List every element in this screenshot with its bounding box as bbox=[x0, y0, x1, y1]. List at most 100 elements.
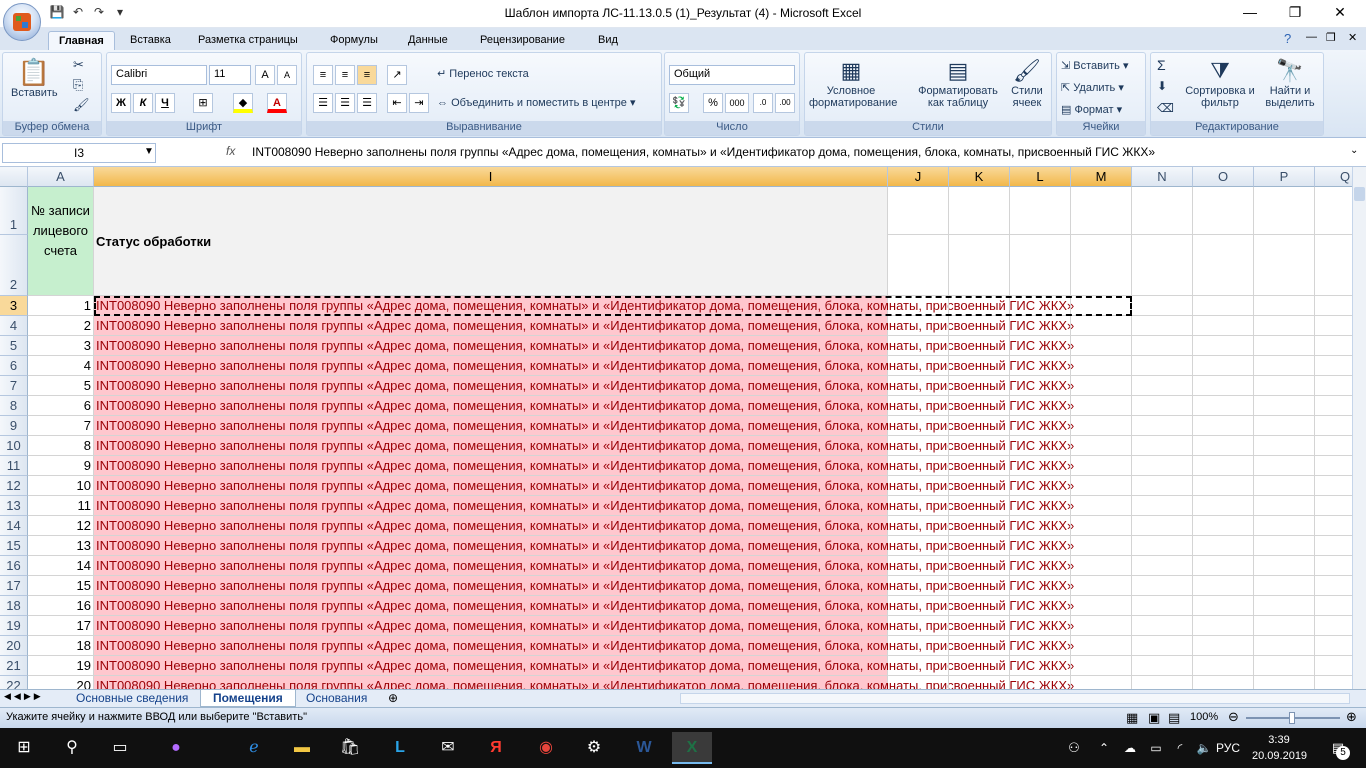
customize-qat-icon[interactable]: ▾ bbox=[111, 5, 129, 21]
increase-indent-icon[interactable]: ⇥ bbox=[409, 93, 429, 113]
cell[interactable] bbox=[1132, 396, 1193, 416]
align-center-icon[interactable]: ☰ bbox=[335, 93, 355, 113]
cell[interactable] bbox=[1071, 235, 1132, 296]
cell[interactable] bbox=[1193, 596, 1254, 616]
account-number-cell[interactable]: 6 bbox=[28, 396, 94, 416]
cell[interactable] bbox=[949, 456, 1010, 476]
status-cell[interactable]: INT008090 Неверно заполнены поля группы … bbox=[94, 296, 1074, 316]
wrap-text-button[interactable]: ↵ Перенос текста bbox=[437, 67, 529, 80]
cell[interactable] bbox=[1132, 356, 1193, 376]
cell[interactable] bbox=[949, 436, 1010, 456]
name-box-dropdown-icon[interactable]: ▼ bbox=[144, 146, 154, 157]
page-break-view-icon[interactable]: ▤ bbox=[1168, 710, 1180, 726]
cell-styles-button[interactable]: 🖌 Стили ячеек bbox=[1005, 57, 1049, 109]
cell[interactable] bbox=[1315, 556, 1352, 576]
account-number-cell[interactable]: 11 bbox=[28, 496, 94, 516]
header-cell-status[interactable]: Статус обработки bbox=[94, 187, 888, 296]
cell[interactable] bbox=[888, 496, 949, 516]
zoom-slider-thumb[interactable] bbox=[1289, 712, 1295, 724]
row-header[interactable]: 6 bbox=[0, 356, 28, 376]
cell[interactable] bbox=[1010, 516, 1071, 536]
status-cell[interactable]: INT008090 Неверно заполнены поля группы … bbox=[94, 556, 1074, 576]
sheet-tab-grounds[interactable]: Основания bbox=[294, 690, 379, 707]
cell[interactable] bbox=[888, 456, 949, 476]
row-header[interactable]: 19 bbox=[0, 616, 28, 636]
cell[interactable] bbox=[1010, 416, 1071, 436]
cell[interactable] bbox=[1132, 656, 1193, 676]
cell[interactable] bbox=[949, 536, 1010, 556]
cell[interactable] bbox=[1193, 576, 1254, 596]
column-header-k[interactable]: K bbox=[949, 167, 1010, 187]
cell[interactable] bbox=[1193, 536, 1254, 556]
cell[interactable] bbox=[1193, 516, 1254, 536]
cell[interactable] bbox=[1010, 616, 1071, 636]
cell[interactable] bbox=[1254, 476, 1315, 496]
excel-icon[interactable]: X bbox=[672, 732, 712, 764]
cell[interactable] bbox=[888, 656, 949, 676]
row-header[interactable]: 13 bbox=[0, 496, 28, 516]
account-number-cell[interactable]: 15 bbox=[28, 576, 94, 596]
format-as-table-button[interactable]: ▤ Форматировать как таблицу bbox=[913, 57, 1003, 109]
status-cell[interactable]: INT008090 Неверно заполнены поля группы … bbox=[94, 356, 1074, 376]
decrease-indent-icon[interactable]: ⇤ bbox=[387, 93, 407, 113]
cell[interactable] bbox=[1193, 396, 1254, 416]
scrollbar-thumb[interactable] bbox=[1354, 187, 1365, 201]
app-l-icon[interactable]: L bbox=[380, 732, 420, 764]
font-size-select[interactable]: 11 bbox=[209, 65, 251, 85]
cell[interactable] bbox=[1071, 296, 1132, 316]
cell[interactable] bbox=[1254, 316, 1315, 336]
tab-review[interactable]: Рецензирование bbox=[470, 31, 575, 50]
worksheet-grid[interactable]: A I J K L M N O P Q 1 2 № записи лицевог… bbox=[0, 167, 1352, 689]
fill-icon[interactable]: ⬇ bbox=[1157, 79, 1167, 93]
account-number-cell[interactable]: 17 bbox=[28, 616, 94, 636]
cell[interactable] bbox=[1193, 187, 1254, 235]
cell[interactable] bbox=[1254, 636, 1315, 656]
increase-decimal-icon[interactable]: .0 bbox=[753, 93, 773, 113]
mail-icon[interactable]: ✉ bbox=[428, 732, 468, 764]
cell[interactable] bbox=[888, 516, 949, 536]
undo-icon[interactable]: ↶ bbox=[69, 5, 87, 21]
cell[interactable] bbox=[1315, 436, 1352, 456]
cell[interactable] bbox=[949, 496, 1010, 516]
row-header[interactable]: 3 bbox=[0, 296, 28, 316]
cell[interactable] bbox=[1315, 516, 1352, 536]
cell[interactable] bbox=[1132, 576, 1193, 596]
row-header[interactable]: 21 bbox=[0, 656, 28, 676]
alice-assistant-icon[interactable]: ● bbox=[156, 732, 196, 764]
save-icon[interactable]: 💾 bbox=[48, 5, 66, 21]
account-number-cell[interactable]: 18 bbox=[28, 636, 94, 656]
cell[interactable] bbox=[1315, 576, 1352, 596]
cell[interactable] bbox=[1132, 636, 1193, 656]
cell[interactable] bbox=[1315, 376, 1352, 396]
store-icon[interactable]: 🛍 bbox=[330, 732, 370, 764]
cell[interactable] bbox=[1193, 456, 1254, 476]
help-icon[interactable]: ? bbox=[1284, 31, 1291, 46]
cell[interactable] bbox=[1132, 516, 1193, 536]
currency-icon[interactable]: 💱 bbox=[669, 93, 689, 113]
row-header[interactable]: 8 bbox=[0, 396, 28, 416]
cell[interactable] bbox=[888, 187, 949, 235]
cell[interactable] bbox=[888, 476, 949, 496]
cell[interactable] bbox=[1254, 187, 1315, 235]
cell[interactable] bbox=[1071, 396, 1132, 416]
cell[interactable] bbox=[1254, 396, 1315, 416]
status-cell[interactable]: INT008090 Неверно заполнены поля группы … bbox=[94, 416, 1074, 436]
cell[interactable] bbox=[1010, 456, 1071, 476]
cell[interactable] bbox=[1010, 187, 1071, 235]
vertical-scrollbar[interactable] bbox=[1352, 167, 1366, 689]
cell[interactable] bbox=[1010, 536, 1071, 556]
row-header-1[interactable]: 1 bbox=[0, 187, 28, 235]
bold-button[interactable]: Ж bbox=[111, 93, 131, 113]
cell[interactable] bbox=[1010, 596, 1071, 616]
cell[interactable] bbox=[1254, 235, 1315, 296]
cell[interactable] bbox=[1254, 436, 1315, 456]
cell[interactable] bbox=[1254, 496, 1315, 516]
status-cell[interactable]: INT008090 Неверно заполнены поля группы … bbox=[94, 436, 1074, 456]
account-number-cell[interactable]: 19 bbox=[28, 656, 94, 676]
account-number-cell[interactable]: 7 bbox=[28, 416, 94, 436]
format-painter-icon[interactable]: 🖌 bbox=[73, 97, 90, 113]
chrome-icon[interactable]: ◉ bbox=[526, 732, 566, 764]
conditional-formatting-button[interactable]: ▦ Условное форматирование bbox=[809, 57, 897, 109]
cell[interactable] bbox=[1132, 416, 1193, 436]
status-cell[interactable]: INT008090 Неверно заполнены поля группы … bbox=[94, 536, 1074, 556]
